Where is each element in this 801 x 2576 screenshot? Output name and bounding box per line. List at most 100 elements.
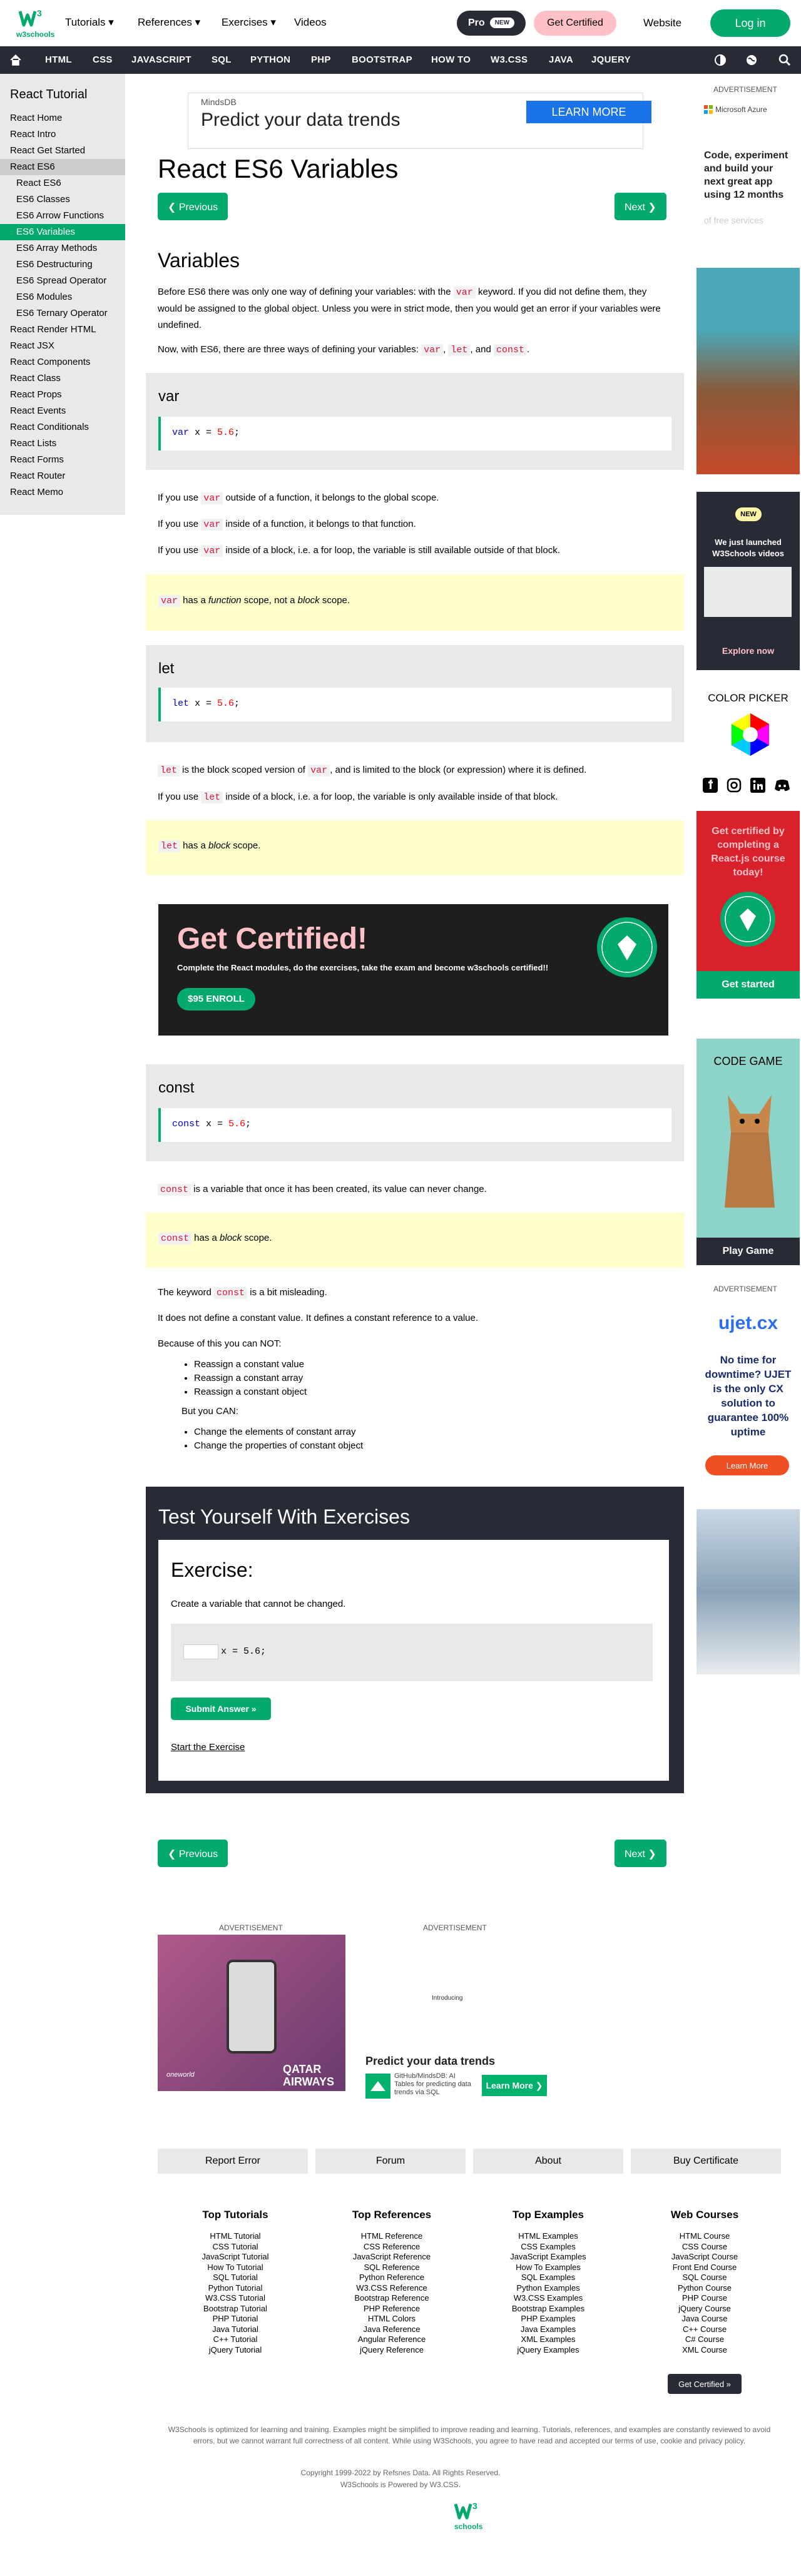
facebook-icon[interactable] xyxy=(703,778,718,793)
footer-link[interactable]: Bootstrap Examples xyxy=(486,2304,611,2314)
footer-link[interactable]: Python Examples xyxy=(486,2283,611,2294)
footer-link[interactable]: Java Examples xyxy=(486,2324,611,2335)
ujet-ad[interactable]: ujet.cx No time for downtime? UJET is th… xyxy=(696,1299,800,1674)
sidebar-item-es6-destructuring[interactable]: ES6 Destructuring xyxy=(0,257,125,273)
sidebar-item-react-router[interactable]: React Router xyxy=(0,468,125,484)
code-game-ad[interactable]: CODE GAME Play Game xyxy=(696,1039,800,1265)
footer-link[interactable]: HTML Tutorial xyxy=(173,2231,298,2242)
footer-link[interactable]: Bootstrap Tutorial xyxy=(173,2304,298,2314)
footer-link[interactable]: CSS Examples xyxy=(486,2242,611,2253)
subnav-php[interactable]: PHP xyxy=(311,54,331,65)
footer-link[interactable]: Java Reference xyxy=(329,2324,454,2335)
azure-ad[interactable]: Microsoft Azure Code, experiment and bui… xyxy=(696,99,800,474)
nav-videos[interactable]: Videos xyxy=(294,16,327,29)
home-icon[interactable] xyxy=(9,53,23,67)
subnav-python[interactable]: PYTHON xyxy=(250,54,290,65)
footer-link[interactable]: C++ Course xyxy=(642,2324,767,2335)
footer-link[interactable]: CSS Reference xyxy=(329,2242,454,2253)
sidebar-item-es6-variables[interactable]: ES6 Variables xyxy=(0,224,125,240)
exercise-answer-input[interactable] xyxy=(183,1644,218,1659)
footer-link[interactable]: JavaScript Examples xyxy=(486,2252,611,2263)
footer-link[interactable]: Python Reference xyxy=(329,2273,454,2283)
footer-link[interactable]: SQL Examples xyxy=(486,2273,611,2283)
footer-link[interactable]: W3.CSS Reference xyxy=(329,2283,454,2294)
discord-icon[interactable] xyxy=(774,778,790,793)
sidebar-item-react-class[interactable]: React Class xyxy=(0,370,125,387)
subnav-html[interactable]: HTML xyxy=(45,54,72,65)
footer-link[interactable]: HTML Course xyxy=(642,2231,767,2242)
footer-link[interactable]: W3.CSS Tutorial xyxy=(173,2293,298,2304)
footer-link[interactable]: Java Course xyxy=(642,2314,767,2324)
sidebar-item-es6-arrow-functions[interactable]: ES6 Arrow Functions xyxy=(0,208,125,224)
report-error-button[interactable]: Report Error xyxy=(158,2149,308,2174)
sidebar-item-react-conditionals[interactable]: React Conditionals xyxy=(0,419,125,435)
next-button-bottom[interactable]: Next ❯ xyxy=(615,1840,666,1867)
footer-link[interactable]: jQuery Reference xyxy=(329,2345,454,2356)
subnav-sql[interactable]: SQL xyxy=(212,54,232,65)
footer-link[interactable]: HTML Reference xyxy=(329,2231,454,2242)
get-certified-banner[interactable]: Get Certified! Complete the React module… xyxy=(158,904,668,1036)
previous-button-bottom[interactable]: ❮ Previous xyxy=(158,1840,228,1867)
explore-now-link[interactable]: Explore now xyxy=(696,646,800,656)
footer-link[interactable]: JavaScript Tutorial xyxy=(173,2252,298,2263)
footer-link[interactable]: XML Examples xyxy=(486,2334,611,2345)
subnav-bootstrap[interactable]: BOOTSTRAP xyxy=(352,54,412,65)
footer-link[interactable]: Java Tutorial xyxy=(173,2324,298,2335)
buy-certificate-button[interactable]: Buy Certificate xyxy=(631,2149,781,2174)
sidebar-item-react-memo[interactable]: React Memo xyxy=(0,484,125,501)
footer-get-certified-button[interactable]: Get Certified » xyxy=(668,2374,742,2394)
nav-exercises[interactable]: Exercises ▾ xyxy=(222,16,276,29)
sidebar-item-react-lists[interactable]: React Lists xyxy=(0,435,125,452)
mindsdb-ad[interactable]: Introducing Predict your data trends Git… xyxy=(359,1935,547,2099)
nav-tutorials[interactable]: Tutorials ▾ xyxy=(65,16,114,29)
get-certified-button[interactable]: Get Certified xyxy=(534,11,616,36)
dark-mode-icon[interactable] xyxy=(713,53,727,67)
footer-link[interactable]: CSS Course xyxy=(642,2242,767,2253)
footer-link[interactable]: W3.CSS Examples xyxy=(486,2293,611,2304)
search-icon[interactable] xyxy=(778,53,792,67)
forum-button[interactable]: Forum xyxy=(315,2149,466,2174)
sidebar-item-es6[interactable]: React ES6 xyxy=(0,175,125,191)
instagram-icon[interactable] xyxy=(727,778,742,793)
about-button[interactable]: About xyxy=(473,2149,623,2174)
sidebar-item-react-components[interactable]: React Components xyxy=(0,354,125,370)
color-picker-icon[interactable] xyxy=(728,712,773,757)
sidebar-item-es6-array-methods[interactable]: ES6 Array Methods xyxy=(0,240,125,257)
subnav-w3css[interactable]: W3.CSS xyxy=(491,54,528,65)
subnav-java[interactable]: JAVA xyxy=(549,54,573,65)
sidebar-item-react-jsx[interactable]: React JSX xyxy=(0,338,125,354)
sidebar-item-es6-classes[interactable]: ES6 Classes xyxy=(0,191,125,208)
sidebar-item-react-props[interactable]: React Props xyxy=(0,387,125,403)
submit-answer-button[interactable]: Submit Answer » xyxy=(171,1698,271,1720)
linkedin-icon[interactable] xyxy=(750,778,765,793)
footer-link[interactable]: C# Course xyxy=(642,2334,767,2345)
ujet-learn-more-button[interactable]: Learn More xyxy=(705,1455,789,1475)
get-started-button[interactable]: Get started xyxy=(696,971,800,999)
w3schools-logo[interactable]: 3 w3schools xyxy=(16,6,54,40)
footer-link[interactable]: SQL Reference xyxy=(329,2263,454,2273)
footer-link[interactable]: CSS Tutorial xyxy=(173,2242,298,2253)
sidebar-item-react-events[interactable]: React Events xyxy=(0,403,125,419)
footer-link[interactable]: How To Examples xyxy=(486,2263,611,2273)
play-game-button[interactable]: Play Game xyxy=(696,1238,800,1265)
sidebar-item-react-forms[interactable]: React Forms xyxy=(0,452,125,468)
sidebar-item-react-home[interactable]: React Home xyxy=(0,110,125,126)
sidebar-item-es6-ternary-operator[interactable]: ES6 Ternary Operator xyxy=(0,305,125,322)
start-exercise-link[interactable]: Start the Exercise xyxy=(171,1742,245,1753)
sidebar-item-es6-spread-operator[interactable]: ES6 Spread Operator xyxy=(0,273,125,289)
sidebar-item-react-es6[interactable]: React ES6 xyxy=(0,159,125,175)
footer-link[interactable]: jQuery Course xyxy=(642,2304,767,2314)
react-cert-ad[interactable]: Get certified by completing a React.js c… xyxy=(696,811,800,999)
footer-link[interactable]: Bootstrap Reference xyxy=(329,2293,454,2304)
qatar-airways-ad[interactable]: oneworld QATAR AIRWAYS xyxy=(158,1935,345,2091)
footer-link[interactable]: XML Course xyxy=(642,2345,767,2356)
previous-button[interactable]: ❮ Previous xyxy=(158,193,228,220)
subnav-jquery[interactable]: JQUERY xyxy=(591,54,631,65)
ad-learn-more-button[interactable]: LEARN MORE xyxy=(526,101,651,123)
footer-link[interactable]: PHP Course xyxy=(642,2293,767,2304)
footer-link[interactable]: Python Tutorial xyxy=(173,2283,298,2294)
footer-link[interactable]: SQL Tutorial xyxy=(173,2273,298,2283)
footer-link[interactable]: C++ Tutorial xyxy=(173,2334,298,2345)
footer-link[interactable]: JavaScript Reference xyxy=(329,2252,454,2263)
videos-ad[interactable]: NEW We just launched W3Schools videos Ex… xyxy=(696,492,800,670)
